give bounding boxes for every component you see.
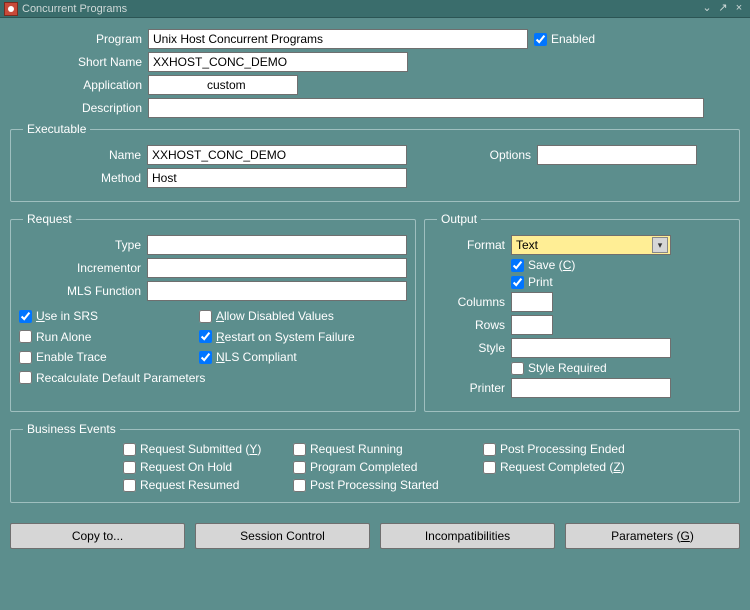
business-events-legend: Business Events — [23, 422, 120, 436]
format-label: Format — [433, 238, 511, 252]
exec-options-label: Options — [407, 148, 537, 162]
exec-name-field[interactable] — [147, 145, 407, 165]
recalc-checkbox[interactable]: Recalculate Default Parameters — [19, 371, 205, 385]
exec-method-label: Method — [19, 171, 147, 185]
req-completed-checkbox[interactable]: Request Completed (Z) — [483, 460, 691, 474]
enabled-checkbox[interactable]: Enabled — [534, 32, 595, 46]
style-field[interactable] — [511, 338, 671, 358]
description-field[interactable] — [148, 98, 704, 118]
copy-to-button[interactable]: Copy to... — [10, 523, 185, 549]
rows-label: Rows — [433, 318, 511, 332]
application-field[interactable] — [148, 75, 298, 95]
request-legend: Request — [23, 212, 76, 226]
output-group: Output Format Text ▾ Save (C) Print Colu… — [424, 212, 740, 412]
req-submitted-checkbox[interactable]: Request Submitted (Y) — [123, 442, 281, 456]
program-field[interactable] — [148, 29, 528, 49]
button-bar: Copy to... Session Control Incompatibili… — [0, 515, 750, 555]
incompatibilities-button[interactable]: Incompatibilities — [380, 523, 555, 549]
style-required-checkbox[interactable]: Style Required — [511, 361, 607, 375]
save-checkbox[interactable]: Save (C) — [511, 258, 575, 272]
exec-name-label: Name — [19, 148, 147, 162]
titlebar: Concurrent Programs ⌄ ↗ × — [0, 0, 750, 18]
incrementor-field[interactable] — [147, 258, 407, 278]
request-group: Request Type Incrementor MLS Function Us… — [10, 212, 416, 412]
minimize-icon[interactable]: ⌄ — [700, 2, 714, 16]
format-select[interactable]: Text ▾ — [511, 235, 671, 255]
parameters-button[interactable]: Parameters (G) — [565, 523, 740, 549]
maximize-icon[interactable]: ↗ — [716, 2, 730, 16]
req-running-checkbox[interactable]: Request Running — [293, 442, 471, 456]
columns-label: Columns — [433, 295, 511, 309]
rows-field[interactable] — [511, 315, 553, 335]
chevron-down-icon: ▾ — [652, 237, 668, 253]
short-name-field[interactable] — [148, 52, 408, 72]
post-proc-ended-checkbox[interactable]: Post Processing Ended — [483, 442, 691, 456]
business-events-group: Business Events Request Submitted (Y) Re… — [10, 422, 740, 503]
restart-checkbox[interactable]: Restart on System Failure — [199, 330, 355, 344]
description-label: Description — [10, 101, 148, 115]
columns-field[interactable] — [511, 292, 553, 312]
prog-completed-checkbox[interactable]: Program Completed — [293, 460, 471, 474]
exec-method-field[interactable] — [147, 168, 407, 188]
post-proc-started-checkbox[interactable]: Post Processing Started — [293, 478, 471, 492]
enable-trace-checkbox[interactable]: Enable Trace — [19, 350, 107, 364]
program-label: Program — [10, 32, 148, 46]
incrementor-label: Incrementor — [19, 261, 147, 275]
mls-field[interactable] — [147, 281, 407, 301]
session-control-button[interactable]: Session Control — [195, 523, 370, 549]
short-name-label: Short Name — [10, 55, 148, 69]
allow-disabled-checkbox[interactable]: Allow Disabled Values — [199, 309, 334, 323]
printer-label: Printer — [433, 381, 511, 395]
req-resumed-checkbox[interactable]: Request Resumed — [123, 478, 281, 492]
use-in-srs-checkbox[interactable]: Use in SRS — [19, 309, 98, 323]
mls-label: MLS Function — [19, 284, 147, 298]
printer-field[interactable] — [511, 378, 671, 398]
req-on-hold-checkbox[interactable]: Request On Hold — [123, 460, 281, 474]
nls-checkbox[interactable]: NLS Compliant — [199, 350, 297, 364]
close-icon[interactable]: × — [732, 2, 746, 16]
application-label: Application — [10, 78, 148, 92]
print-checkbox[interactable]: Print — [511, 275, 553, 289]
app-icon — [4, 2, 18, 16]
executable-group: Executable Name Options Method — [10, 122, 740, 202]
executable-legend: Executable — [23, 122, 90, 136]
run-alone-checkbox[interactable]: Run Alone — [19, 330, 91, 344]
type-label: Type — [19, 238, 147, 252]
exec-options-field[interactable] — [537, 145, 697, 165]
type-field[interactable] — [147, 235, 407, 255]
window-title: Concurrent Programs — [22, 3, 127, 15]
output-legend: Output — [437, 212, 481, 226]
style-label: Style — [433, 341, 511, 355]
